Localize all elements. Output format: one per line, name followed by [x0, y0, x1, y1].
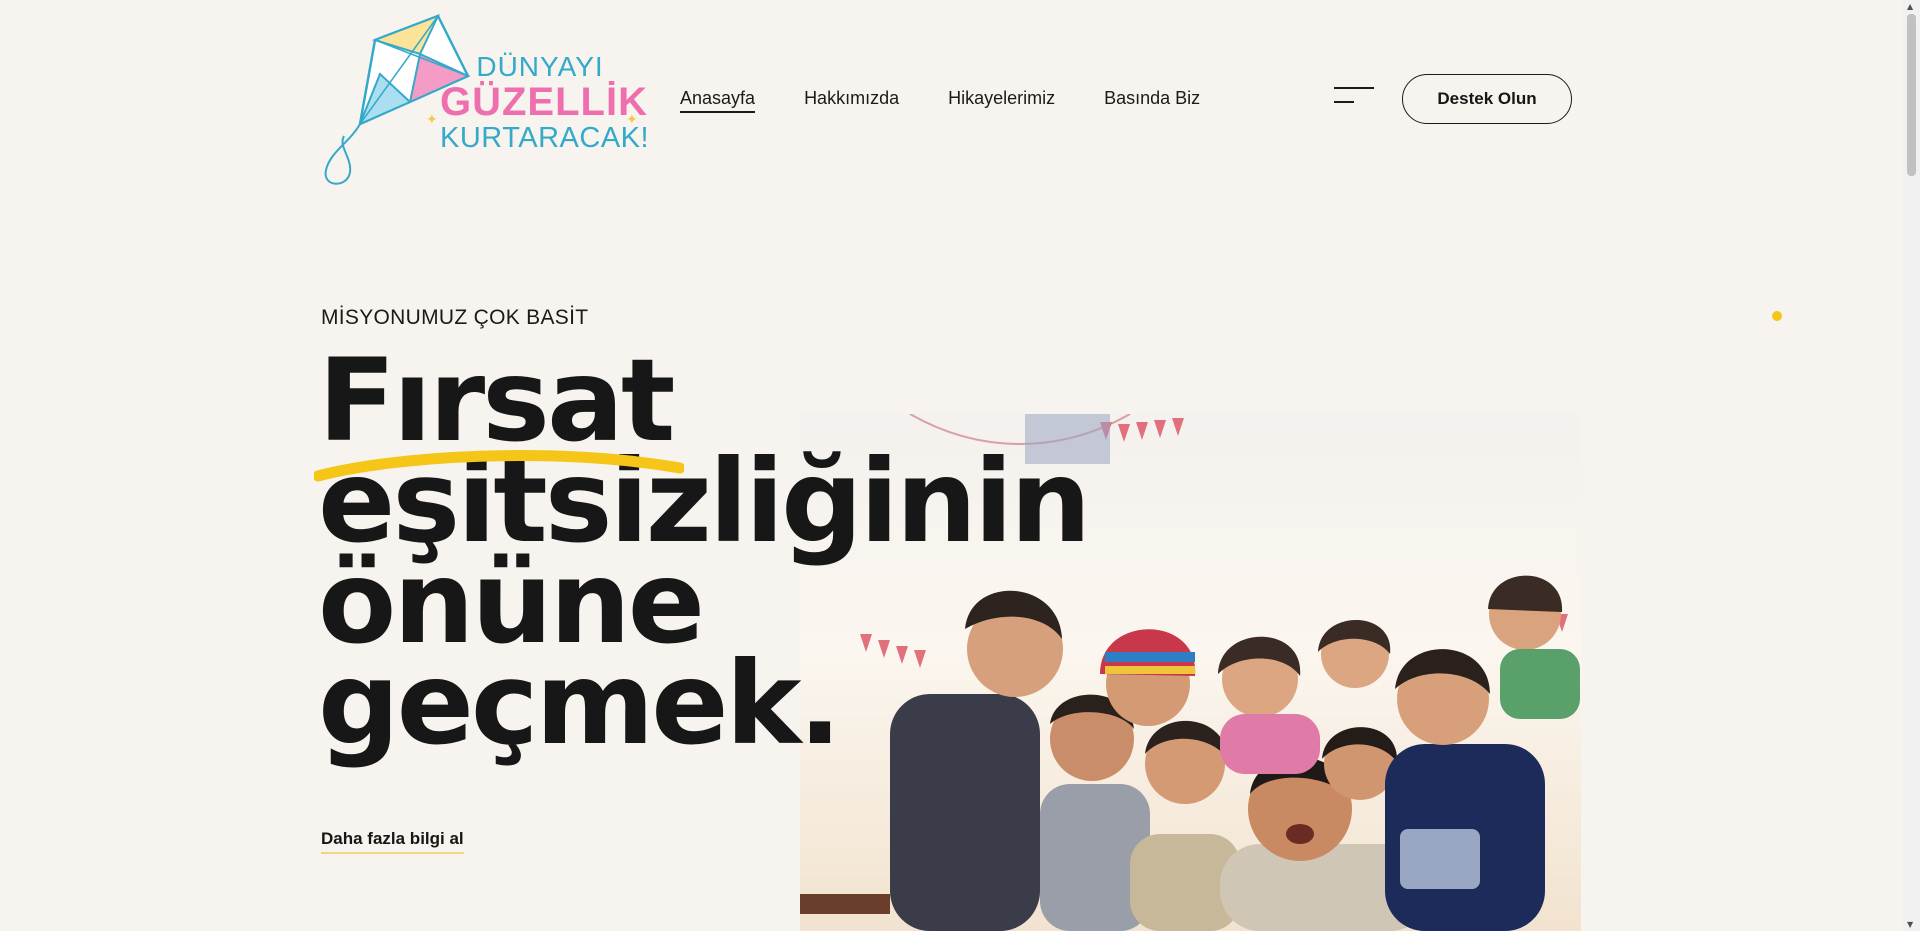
- learn-more-link[interactable]: Daha fazla bilgi al: [321, 829, 464, 854]
- logo-line-3: KURTARACAK!: [440, 122, 650, 155]
- nav-item-basinda-biz[interactable]: Basında Biz: [1104, 88, 1200, 113]
- logo-line-1: DÜNYAYI: [476, 51, 604, 82]
- nav-item-hakkimizda[interactable]: Hakkımızda: [804, 88, 899, 113]
- main-nav: Anasayfa Hakkımızda Hikayelerimiz Basınd…: [680, 88, 1200, 113]
- nav-item-anasayfa[interactable]: Anasayfa: [680, 88, 756, 113]
- yellow-dot: [1772, 311, 1782, 321]
- page-scrollbar[interactable]: ▲ ▼: [1903, 0, 1920, 931]
- logo-wordmark: DÜNYAYI GÜZELLİK KURTARACAK!: [440, 51, 650, 155]
- site-logo[interactable]: DÜNYAYI GÜZELLİK KURTARACAK! ✦ ✦: [320, 12, 650, 190]
- scroll-up-arrow-icon[interactable]: ▲: [1907, 2, 1913, 11]
- sparkle-icon: ✦: [626, 112, 638, 128]
- support-button[interactable]: Destek Olun: [1402, 74, 1572, 124]
- menu-icon[interactable]: [1334, 86, 1374, 106]
- nav-item-hikayelerimiz[interactable]: Hikayelerimiz: [948, 88, 1055, 113]
- sparkle-icon: ✦: [426, 112, 438, 128]
- page: DÜNYAYI GÜZELLİK KURTARACAK! ✦ ✦ Anasayf…: [0, 0, 1920, 931]
- headline-line-4: geçmek.: [318, 637, 842, 770]
- scrollbar-thumb[interactable]: [1907, 14, 1916, 176]
- logo-line-2: GÜZELLİK: [440, 80, 648, 125]
- hero-eyebrow: MİSYONUMUZ ÇOK BASİT: [321, 306, 589, 329]
- highlight-underline: [314, 450, 684, 482]
- hero-headline: Fırsat eşitsizliğinin önüne geçmek.: [318, 344, 1091, 770]
- scroll-down-arrow-icon[interactable]: ▼: [1907, 920, 1913, 929]
